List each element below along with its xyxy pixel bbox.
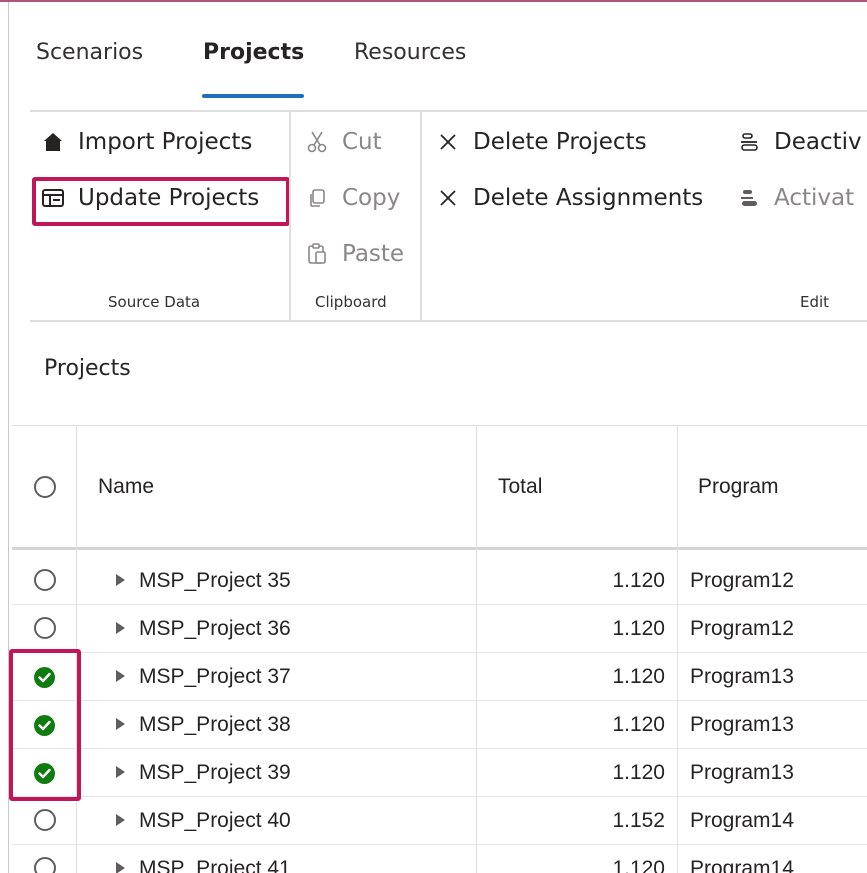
row-select-toggle[interactable] <box>34 761 55 785</box>
tab-scenarios[interactable]: Scenarios <box>36 40 143 65</box>
expand-caret-icon[interactable] <box>116 622 125 634</box>
total-cell: 1.120 <box>612 617 665 640</box>
home-icon <box>42 131 64 153</box>
radio-icon <box>34 475 56 498</box>
total-cell: 1.120 <box>612 569 665 592</box>
paste-button[interactable]: Paste <box>306 234 404 274</box>
program-cell: Program14 <box>690 809 794 832</box>
table-row[interactable]: MSP_Project 41 1.120 Program14 <box>12 845 867 873</box>
expand-caret-icon[interactable] <box>116 574 125 586</box>
delete-assignments-label: Delete Assignments <box>473 185 704 211</box>
total-cell: 1.120 <box>612 665 665 688</box>
group-divider <box>420 112 422 322</box>
radio-icon <box>34 857 56 873</box>
active-tab-indicator <box>202 94 304 98</box>
project-name-cell: MSP_Project 35 <box>139 569 291 592</box>
source-data-group-label: Source Data <box>108 293 201 311</box>
table-row[interactable]: MSP_Project 39 1.120 Program13 <box>12 749 867 797</box>
project-name-cell: MSP_Project 39 <box>139 761 291 784</box>
project-name-cell: MSP_Project 37 <box>139 665 291 688</box>
radio-icon <box>34 617 56 639</box>
clipboard-group-label: Clipboard <box>315 293 387 311</box>
delete-assignments-button[interactable]: Delete Assignments <box>437 178 703 218</box>
table-row[interactable]: MSP_Project 38 1.120 Program13 <box>12 701 867 749</box>
program-cell: Program13 <box>690 713 794 736</box>
cut-button[interactable]: Cut <box>306 122 382 162</box>
expand-caret-icon[interactable] <box>116 766 125 778</box>
page-title: Projects <box>44 356 131 381</box>
expand-caret-icon[interactable] <box>116 670 125 682</box>
import-projects-label: Import Projects <box>78 129 253 155</box>
activate-icon <box>738 187 760 209</box>
import-projects-button[interactable]: Import Projects <box>42 122 252 162</box>
check-circle-icon <box>34 667 55 688</box>
projects-grid: Name Total Program MSP_Project 35 1.120 Pr… <box>12 425 867 873</box>
activate-label: Activat <box>774 185 855 211</box>
program-cell: Program12 <box>690 569 794 592</box>
total-cell: 1.120 <box>612 761 665 784</box>
deactivate-button[interactable]: Deactiv <box>738 122 862 162</box>
program-cell: Program12 <box>690 617 794 640</box>
deactivate-label: Deactiv <box>774 129 862 155</box>
update-projects-button[interactable]: Update Projects <box>42 178 259 218</box>
deactivate-icon <box>738 131 760 153</box>
column-header-program[interactable]: Program <box>698 426 779 547</box>
window-top-border <box>0 0 867 2</box>
copy-button[interactable]: Copy <box>306 178 400 218</box>
column-header-total[interactable]: Total <box>498 426 542 547</box>
copy-label: Copy <box>342 185 401 211</box>
tab-projects[interactable]: Projects <box>203 40 304 65</box>
row-select-toggle[interactable] <box>34 569 56 597</box>
grid-header: Name Total Program <box>12 426 867 550</box>
tab-resources[interactable]: Resources <box>354 40 466 65</box>
project-name-cell: MSP_Project 40 <box>139 809 291 832</box>
scissors-icon <box>306 131 328 153</box>
delete-projects-button[interactable]: Delete Projects <box>437 122 647 162</box>
radio-icon <box>34 809 56 831</box>
check-circle-icon <box>34 763 55 784</box>
table-row[interactable]: MSP_Project 37 1.120 Program13 <box>12 653 867 701</box>
project-name-cell: MSP_Project 36 <box>139 617 291 640</box>
row-select-toggle[interactable] <box>34 857 56 873</box>
total-cell: 1.152 <box>612 809 665 832</box>
table-row[interactable]: MSP_Project 35 1.120 Program12 <box>12 557 867 605</box>
project-name-cell: MSP_Project 38 <box>139 713 291 736</box>
delete-projects-label: Delete Projects <box>473 129 647 155</box>
ribbon-toolbar: Import Projects Update Projects Source D… <box>30 110 867 322</box>
check-circle-icon <box>34 715 55 736</box>
program-cell: Program13 <box>690 761 794 784</box>
radio-icon <box>34 569 56 591</box>
close-icon <box>437 131 459 153</box>
select-all-radio[interactable] <box>34 426 56 547</box>
row-select-toggle[interactable] <box>34 665 55 689</box>
cut-label: Cut <box>342 129 382 155</box>
total-cell: 1.120 <box>612 713 665 736</box>
edit-group-label: Edit <box>800 293 830 311</box>
table-row[interactable]: MSP_Project 36 1.120 Program12 <box>12 605 867 653</box>
paste-icon <box>306 243 328 265</box>
group-divider <box>289 112 291 322</box>
table-update-icon <box>42 187 64 209</box>
expand-caret-icon[interactable] <box>116 718 125 730</box>
close-icon <box>437 187 459 209</box>
copy-icon <box>306 187 328 209</box>
paste-label: Paste <box>342 241 405 267</box>
update-projects-label: Update Projects <box>78 185 260 211</box>
total-cell: 1.120 <box>612 857 665 873</box>
expand-caret-icon[interactable] <box>116 814 125 826</box>
row-select-toggle[interactable] <box>34 713 55 737</box>
program-cell: Program13 <box>690 665 794 688</box>
expand-caret-icon[interactable] <box>116 862 125 873</box>
row-select-toggle[interactable] <box>34 617 56 645</box>
activate-button[interactable]: Activat <box>738 178 854 218</box>
column-header-name[interactable]: Name <box>98 426 154 547</box>
window-left-border <box>8 2 9 873</box>
row-select-toggle[interactable] <box>34 809 56 837</box>
project-name-cell: MSP_Project 41 <box>139 857 291 873</box>
program-cell: Program14 <box>690 857 794 873</box>
table-row[interactable]: MSP_Project 40 1.152 Program14 <box>12 797 867 845</box>
